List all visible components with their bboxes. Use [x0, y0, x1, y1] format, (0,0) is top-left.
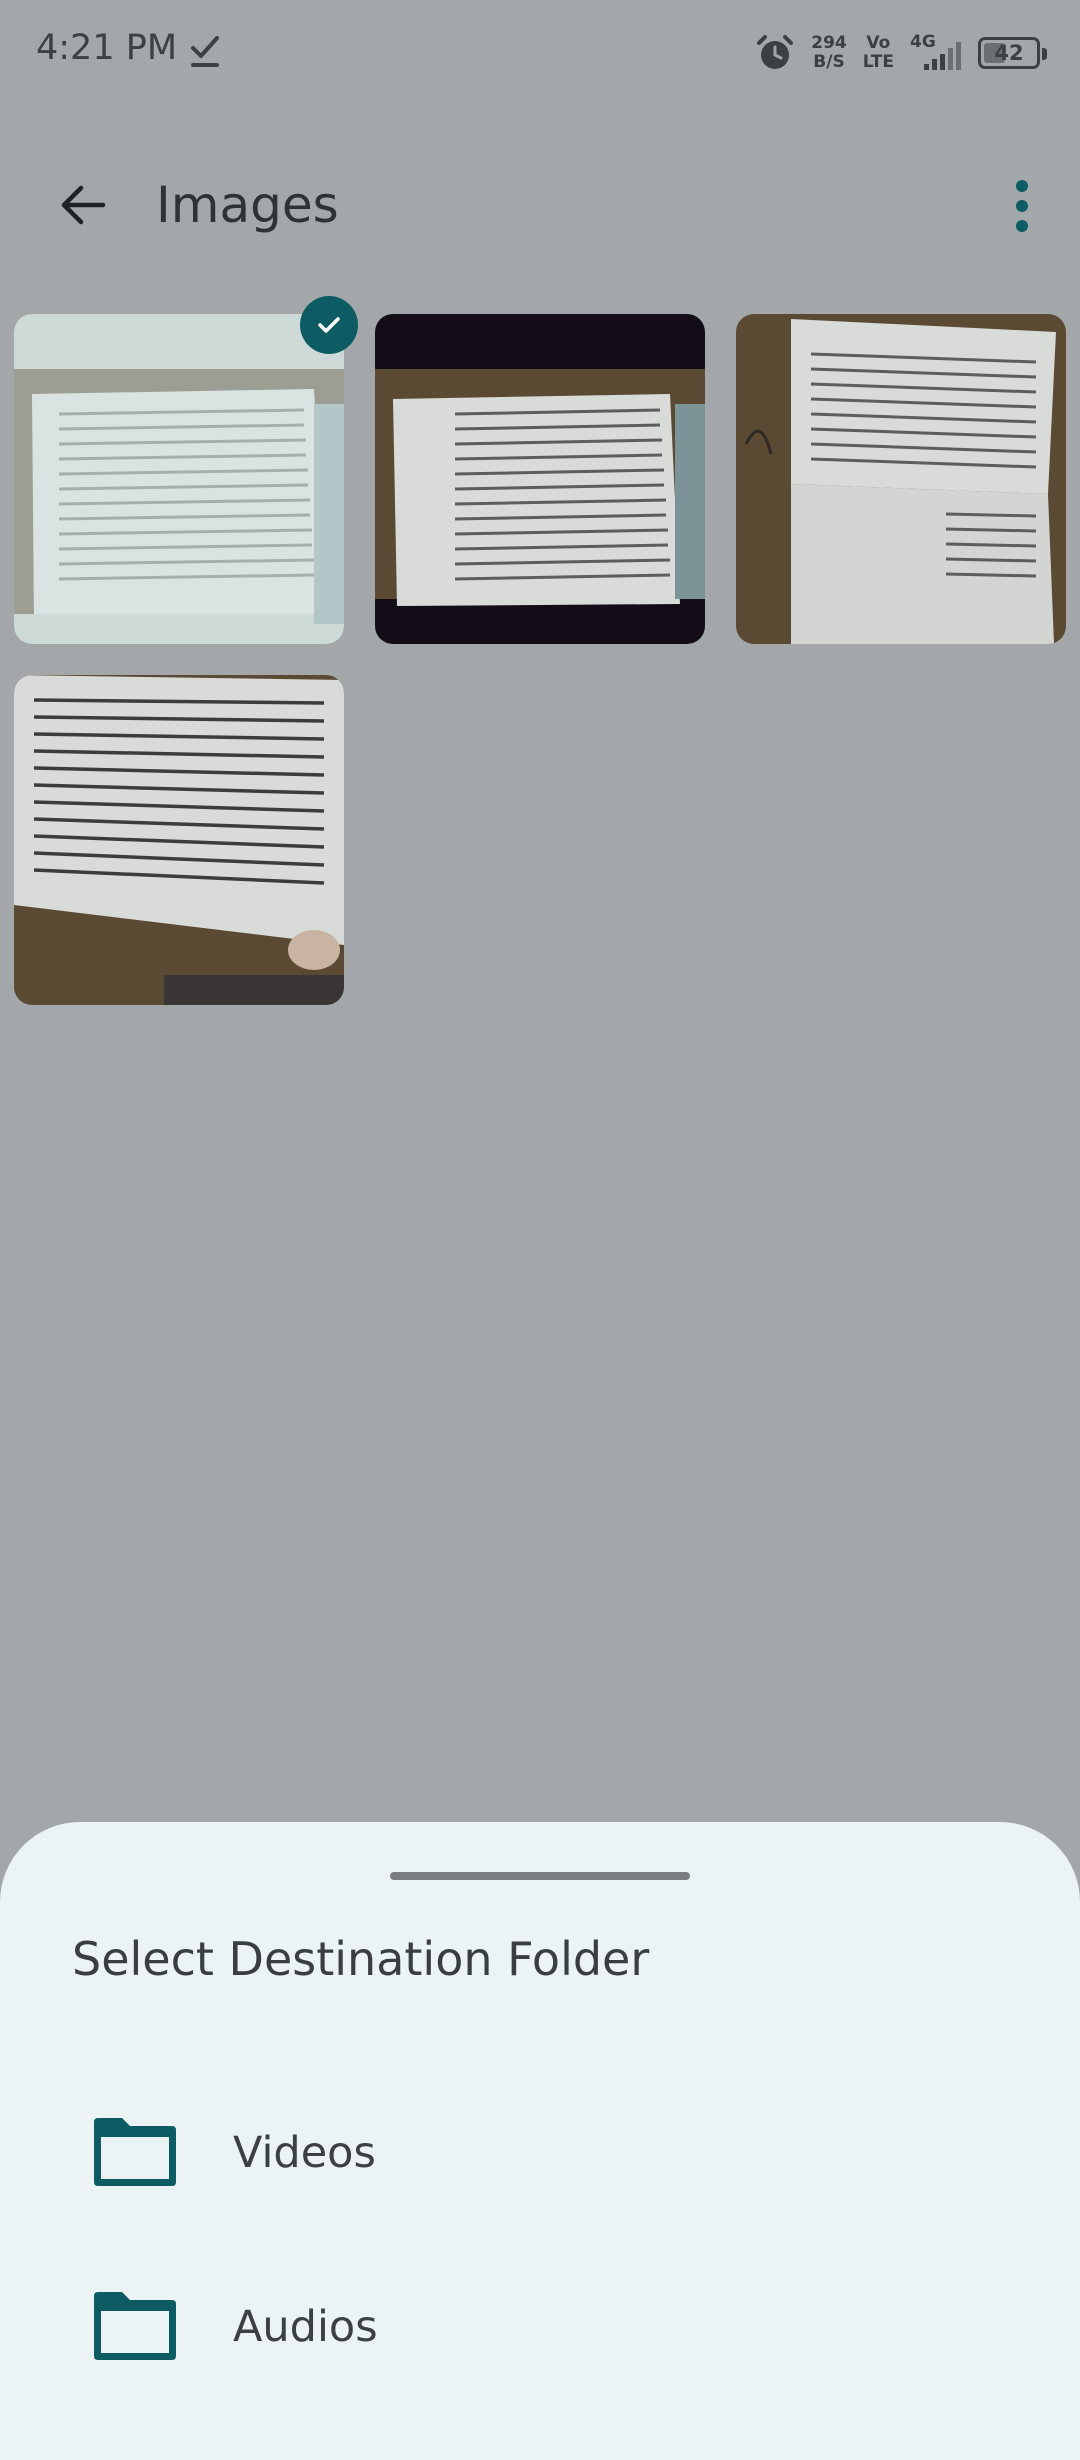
screen: 4:21 PM 294 B/S Vo LTE 4G 42 Images Sele…: [0, 0, 1080, 2460]
image-thumbnail-1[interactable]: [14, 314, 344, 644]
selected-check-badge: [300, 296, 358, 354]
signal-indicator: 4G: [910, 32, 962, 74]
battery-level: 42: [994, 41, 1024, 65]
document-photo: [14, 314, 344, 644]
download-done-icon: [191, 36, 219, 67]
folder-icon: [94, 2292, 176, 2360]
net-speed-value: 294: [811, 33, 847, 53]
check-icon: [318, 317, 340, 333]
net-speed-unit: B/S: [813, 52, 845, 72]
arrow-left-icon: [61, 185, 106, 225]
image-thumbnail-4[interactable]: [14, 675, 344, 1005]
image-thumbnail-3[interactable]: [736, 314, 1066, 644]
status-icons: 294 B/S Vo LTE 4G 42: [755, 30, 1047, 76]
sheet-title: Select Destination Folder: [72, 1932, 650, 1986]
bottom-sheet: Select Destination Folder Videos Audios: [0, 1822, 1080, 2460]
folder-label: Videos: [233, 2128, 376, 2178]
battery-tip: [1042, 48, 1047, 60]
status-bar: 4:21 PM 294 B/S Vo LTE 4G 42: [0, 0, 1080, 110]
back-button[interactable]: [48, 170, 118, 240]
more-options-button[interactable]: [992, 170, 1052, 242]
document-photo: [14, 675, 344, 1005]
more-vertical-icon: [1016, 180, 1028, 232]
drag-handle[interactable]: [390, 1872, 690, 1880]
folder-label: Audios: [233, 2302, 378, 2352]
folder-icon: [94, 2118, 176, 2186]
folder-item-videos[interactable]: Videos: [0, 2078, 1080, 2228]
net-speed: 294 B/S: [811, 34, 847, 72]
signal-bars-icon: [924, 42, 961, 70]
document-photo: [375, 314, 705, 644]
volte-bottom: LTE: [862, 52, 894, 72]
status-time: 4:21 PM: [36, 28, 178, 68]
image-thumbnail-2[interactable]: [375, 314, 705, 644]
document-photo: [736, 314, 1066, 644]
app-bar: Images: [0, 140, 1080, 270]
page-title: Images: [156, 176, 339, 234]
alarm-icon: [757, 35, 794, 69]
battery-indicator: 42: [978, 37, 1047, 69]
volte-indicator: Vo LTE: [863, 34, 894, 72]
volte-top: Vo: [866, 33, 891, 53]
folder-item-audios[interactable]: Audios: [0, 2252, 1080, 2402]
